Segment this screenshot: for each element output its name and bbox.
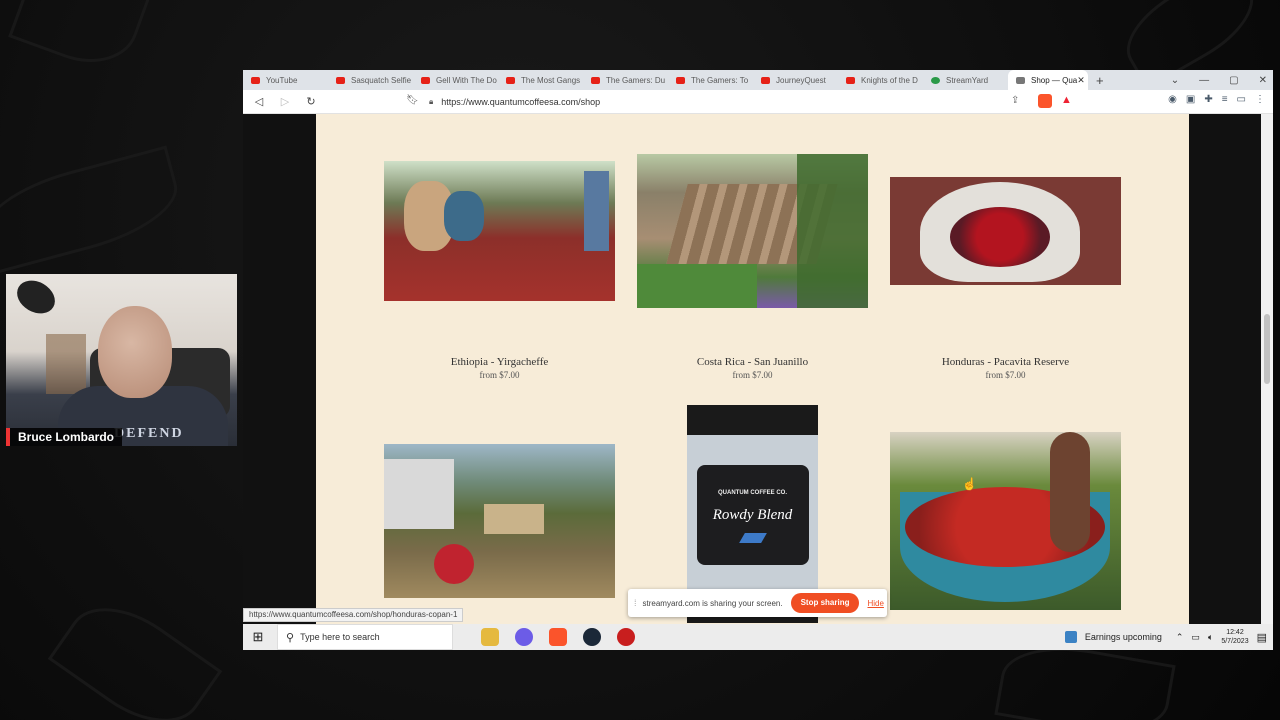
lock-icon: 🔒︎ [429, 97, 434, 106]
menu-icon[interactable]: ⋮ [1255, 94, 1265, 105]
bag-brand: QUANTUM COFFEE CO. [718, 490, 787, 496]
brave-shields-icon[interactable] [1038, 94, 1052, 108]
tab-strip: YouTube Sasquatch Selfie Gell With The D… [243, 70, 1273, 90]
browser-window: YouTube Sasquatch Selfie Gell With The D… [243, 70, 1273, 650]
minimize-icon[interactable]: — [1199, 75, 1209, 86]
product-image-ethiopia[interactable] [384, 161, 615, 301]
screen-extension-icon[interactable]: ▣ [1186, 94, 1195, 105]
brave-rewards-icon[interactable]: ▲ [1061, 94, 1072, 106]
youtube-icon [761, 76, 770, 84]
tab-most-gangs[interactable]: The Most Gangs [498, 70, 583, 90]
youtube-icon [846, 76, 855, 84]
tab-streamyard[interactable]: StreamYard [923, 70, 1008, 90]
maximize-icon[interactable]: ▢ [1229, 75, 1238, 86]
hide-banner-link[interactable]: Hide [867, 599, 883, 608]
tab-gamers-du[interactable]: The Gamers: Du [583, 70, 668, 90]
stop-sharing-button[interactable]: Stop sharing [790, 593, 860, 613]
shirt-text: DEFEND [114, 426, 184, 441]
address-bar: ◁ ▷ ↻ 🔖︎ 🔒︎ https://www.quantumcoffeesa.… [243, 90, 1273, 114]
taskbar-search[interactable]: ⚲ Type here to search [277, 624, 453, 650]
product-image-coffee-basket[interactable] [890, 432, 1121, 610]
bag-blend: Rowdy Blend [712, 507, 793, 523]
notification-icon[interactable]: ▤ [1257, 631, 1267, 644]
product-price: from $7.00 [732, 370, 773, 380]
tab-sasquatch[interactable]: Sasquatch Selfie [328, 70, 413, 90]
tray-chevron-icon[interactable]: ⌃ [1176, 632, 1184, 643]
tab-gell[interactable]: Gell With The Do [413, 70, 498, 90]
product-image-farm-workers[interactable] [384, 444, 615, 598]
youtube-icon [421, 76, 430, 84]
product-price: from $7.00 [479, 370, 520, 380]
product-name[interactable]: Ethiopia - Yirgacheffe [384, 356, 615, 368]
screen-share-banner: ⁞ streamyard.com is sharing your screen.… [628, 589, 887, 617]
bookmark-icon[interactable]: 🔖︎ [406, 95, 419, 106]
youtube-icon [251, 76, 260, 84]
steam-icon[interactable] [583, 628, 601, 646]
youtube-icon [676, 76, 685, 84]
shop-icon [1016, 76, 1025, 84]
share-icon[interactable]: ⇪ [1011, 95, 1019, 106]
network-icon[interactable]: ▭ [1191, 632, 1200, 643]
chat-extension-icon[interactable]: ◉ [1168, 94, 1177, 105]
tab-search-icon[interactable]: ⌄ [1171, 75, 1179, 86]
share-message: streamyard.com is sharing your screen. [642, 598, 783, 608]
windows-taskbar: ⊞ ⚲ Type here to search Earnings upcomin… [243, 624, 1273, 650]
tab-shop[interactable]: Shop — Qua ✕ [1008, 70, 1088, 90]
extensions-puzzle-icon[interactable]: ✚ [1204, 94, 1212, 105]
tab-youtube[interactable]: YouTube [243, 70, 328, 90]
product-image-honduras[interactable] [890, 177, 1121, 285]
windows-start-icon[interactable]: ⊞ [243, 629, 273, 645]
shop-page: Ethiopia - Yirgacheffe from $7.00 Costa … [316, 114, 1189, 624]
youtube-icon [336, 76, 345, 84]
volume-icon[interactable]: 🔈︎ [1208, 632, 1213, 643]
news-widget[interactable]: Earnings upcoming [1085, 632, 1162, 642]
wallet-icon[interactable]: ▭ [1237, 94, 1246, 105]
clock[interactable]: 12:42 5/7/2023 [1221, 628, 1248, 646]
search-icon: ⚲ [286, 631, 295, 644]
url-field[interactable]: 🔒︎ https://www.quantumcoffeesa.com/shop [429, 93, 1035, 111]
drag-handle-icon[interactable]: ⁞ [634, 598, 637, 608]
new-tab-button[interactable]: + [1096, 73, 1104, 88]
product-price: from $7.00 [985, 370, 1026, 380]
product-name[interactable]: Costa Rica - San Juanillo [637, 356, 868, 368]
close-window-icon[interactable]: ✕ [1259, 75, 1267, 86]
desktop-background: DEFEND Bruce Lombardo YouTube Sasquatch … [0, 0, 1280, 720]
app-icon[interactable] [617, 628, 635, 646]
youtube-icon [591, 76, 600, 84]
streamyard-icon [931, 76, 940, 84]
status-link-preview: https://www.quantumcoffeesa.com/shop/hon… [243, 608, 464, 622]
tab-knights[interactable]: Knights of the D [838, 70, 923, 90]
close-tab-icon[interactable]: ✕ [1077, 75, 1085, 86]
file-explorer-icon[interactable] [481, 628, 499, 646]
product-image-costa-rica[interactable] [637, 154, 868, 308]
tab-gamers-to[interactable]: The Gamers: To [668, 70, 753, 90]
page-viewport: Ethiopia - Yirgacheffe from $7.00 Costa … [243, 114, 1273, 624]
forward-icon[interactable]: ▷ [275, 95, 295, 108]
tab-journeyquest[interactable]: JourneyQuest [753, 70, 838, 90]
reload-icon[interactable]: ↻ [301, 95, 321, 108]
news-icon[interactable] [1064, 631, 1077, 643]
back-icon[interactable]: ◁ [249, 95, 269, 108]
page-scrollbar[interactable] [1261, 114, 1273, 624]
presenter-face [98, 306, 172, 398]
discord-icon[interactable] [515, 628, 533, 646]
presenter-name-tag: Bruce Lombardo [6, 428, 123, 446]
product-name[interactable]: Honduras - Pacavita Reserve [890, 356, 1121, 368]
hand-cursor-icon: ☝ [962, 477, 977, 491]
webcam-feed: DEFEND [6, 274, 237, 446]
youtube-icon [506, 76, 515, 84]
reading-list-icon[interactable]: ≡ [1222, 94, 1228, 105]
brave-icon[interactable] [549, 628, 567, 646]
